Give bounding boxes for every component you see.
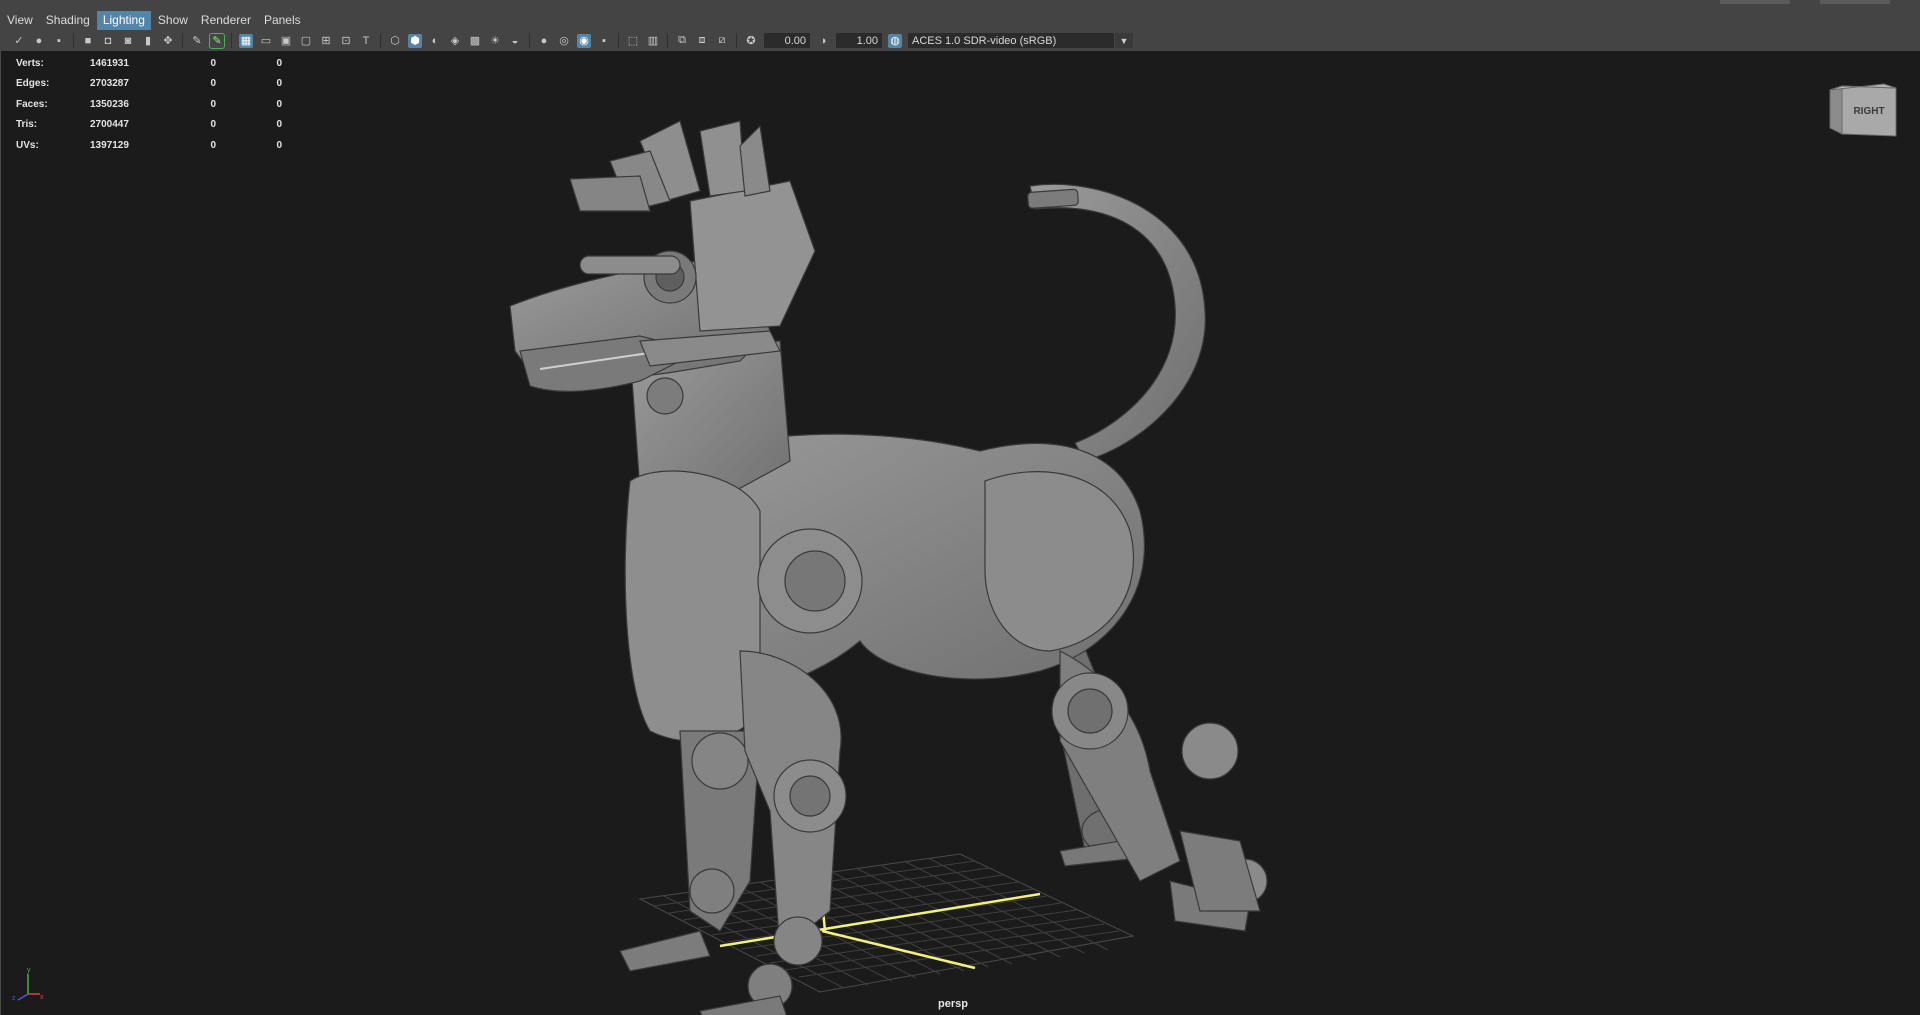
hud-selected-value: 0	[210, 57, 216, 69]
hud-component-value: 0	[276, 78, 282, 90]
hud-component-value: 0	[276, 139, 282, 151]
z-axis-label: z	[12, 995, 16, 1002]
x-axis-label: x	[40, 994, 44, 1001]
multisample-aa-icon[interactable]: ◉	[577, 33, 591, 48]
scene-render[interactable]	[0, 51, 1920, 1015]
resolution-gate-icon[interactable]: ▣	[279, 34, 293, 48]
exposure-icon[interactable]: ✪	[744, 34, 758, 48]
hud-row-tris: Tris: 2700447 0 0	[16, 115, 282, 136]
lock-camera-icon[interactable]: ●	[32, 34, 46, 48]
hud-value: 1397129	[90, 139, 129, 151]
select-camera-icon[interactable]: ✓	[12, 34, 26, 48]
toolbar-separator	[618, 33, 619, 48]
gate-mask-icon[interactable]: ▢	[299, 34, 313, 48]
backface-culling-icon[interactable]: ⧄	[715, 34, 729, 48]
hud-row-edges: Edges: 2703287 0 0	[16, 74, 282, 95]
hud-label: Edges:	[16, 78, 50, 90]
wireframe-on-shaded-icon[interactable]: ◈	[448, 34, 462, 48]
motion-blur-icon[interactable]: ◎	[557, 34, 571, 48]
menu-view[interactable]: View	[1, 11, 39, 30]
chevron-down-icon[interactable]: ▼	[1115, 33, 1133, 48]
gamma-field[interactable]: 1.00	[836, 33, 882, 48]
window-top-strip	[0, 0, 1920, 10]
xray-icon[interactable]: ▥	[646, 34, 660, 48]
menu-renderer[interactable]: Renderer	[195, 11, 257, 30]
camera-attributes-icon[interactable]: ▪	[52, 34, 66, 48]
window-handle	[1820, 0, 1890, 4]
hud-component-value: 0	[276, 98, 282, 110]
hud-value: 2700447	[90, 119, 129, 131]
exposure-field[interactable]: 0.00	[764, 33, 810, 48]
bookmark-camera-icon[interactable]: ◘	[101, 34, 115, 48]
toolbar-separator	[231, 33, 232, 48]
wireframe-icon[interactable]: ⬡	[388, 34, 402, 48]
grid-icon[interactable]: ▦	[239, 33, 253, 48]
depth-of-field-icon[interactable]: ▪	[597, 34, 611, 48]
hud-value: 1350236	[90, 98, 129, 110]
z-axis-line	[17, 993, 29, 1001]
xray-joints-icon[interactable]: ⧈	[695, 34, 709, 48]
grease-pencil-active-icon[interactable]: ✎	[209, 32, 225, 49]
shadows-icon[interactable]: ◒	[508, 34, 522, 48]
view-transform-select[interactable]: ACES 1.0 SDR-video (sRGB)	[908, 33, 1114, 48]
menu-show[interactable]: Show	[152, 11, 194, 30]
hud-value: 2703287	[90, 78, 129, 90]
grease-pencil-icon[interactable]: ✎	[190, 34, 204, 48]
hud-label: Tris:	[16, 119, 38, 131]
toolbar-separator	[182, 33, 183, 48]
color-management-icon[interactable]: ◍	[888, 33, 902, 48]
window-handle	[1720, 0, 1790, 4]
toolbar-separator	[529, 33, 530, 48]
camera-icon[interactable]: ■	[81, 34, 95, 48]
axis-gizmo: y x z	[12, 967, 44, 1002]
hud-value: 1461931	[90, 57, 129, 69]
hud-selected-value: 0	[210, 98, 216, 110]
toolbar-separator	[380, 33, 381, 48]
hud-label: UVs:	[16, 139, 39, 151]
toolbar-separator	[73, 33, 74, 48]
textured-icon[interactable]: ▩	[468, 34, 482, 48]
safe-title-icon[interactable]: T	[359, 34, 373, 48]
viewcube-right-label: RIGHT	[1853, 106, 1884, 117]
gamma-icon[interactable]: ◑	[816, 34, 830, 48]
bookmark-icon[interactable]: ▮	[141, 34, 155, 48]
viewcube-front-face[interactable]	[1829, 85, 1843, 135]
screen-space-ao-icon[interactable]: ●	[537, 34, 551, 48]
panel-menubar: View Shading Lighting Show Renderer Pane…	[0, 10, 1920, 31]
panel-toolbar: ✓ ● ▪ ■ ◘ ◙ ▮ ✥ ✎ ✎ ▦ ▭ ▣ ▢ ⊞ ⊡ T ⬡ ⬢ ◐ …	[0, 30, 1920, 51]
menu-lighting[interactable]: Lighting	[96, 10, 151, 30]
smooth-shade-icon[interactable]: ⬢	[408, 33, 422, 48]
poly-count-hud: Verts: 1461931 0 0 Edges: 2703287 0 0 Fa…	[16, 53, 282, 156]
toolbar-separator	[667, 33, 668, 48]
hud-component-value: 0	[276, 57, 282, 69]
hud-row-verts: Verts: 1461931 0 0	[16, 53, 282, 74]
hud-label: Faces:	[16, 98, 48, 110]
toolbar-separator	[736, 33, 737, 48]
xray-active-components-icon[interactable]: ⧉	[675, 34, 689, 48]
use-all-lights-icon[interactable]: ☀	[488, 34, 502, 48]
film-gate-icon[interactable]: ▭	[259, 34, 273, 48]
hud-label: Verts:	[16, 57, 44, 69]
y-axis-label: y	[27, 967, 31, 974]
camera-name-label: persp	[938, 998, 968, 1010]
hud-selected-value: 0	[210, 139, 216, 151]
hud-selected-value: 0	[210, 78, 216, 90]
image-plane-icon[interactable]: ◙	[121, 34, 135, 48]
hud-component-value: 0	[276, 119, 282, 131]
hud-row-uvs: UVs: 1397129 0 0	[16, 135, 282, 156]
robot-dog-model	[509, 120, 1268, 1015]
field-chart-icon[interactable]: ⊞	[319, 34, 333, 48]
default-material-icon[interactable]: ◐	[428, 34, 442, 48]
menu-shading[interactable]: Shading	[40, 11, 96, 30]
menu-panels[interactable]: Panels	[258, 11, 307, 30]
viewcube[interactable]: RIGHT	[1826, 82, 1898, 144]
hud-selected-value: 0	[210, 119, 216, 131]
2d-pan-zoom-icon[interactable]: ✥	[161, 34, 175, 48]
isolate-select-icon[interactable]: ⬚	[626, 34, 640, 48]
hud-row-faces: Faces: 1350236 0 0	[16, 94, 282, 115]
safe-action-icon[interactable]: ⊡	[339, 34, 353, 48]
